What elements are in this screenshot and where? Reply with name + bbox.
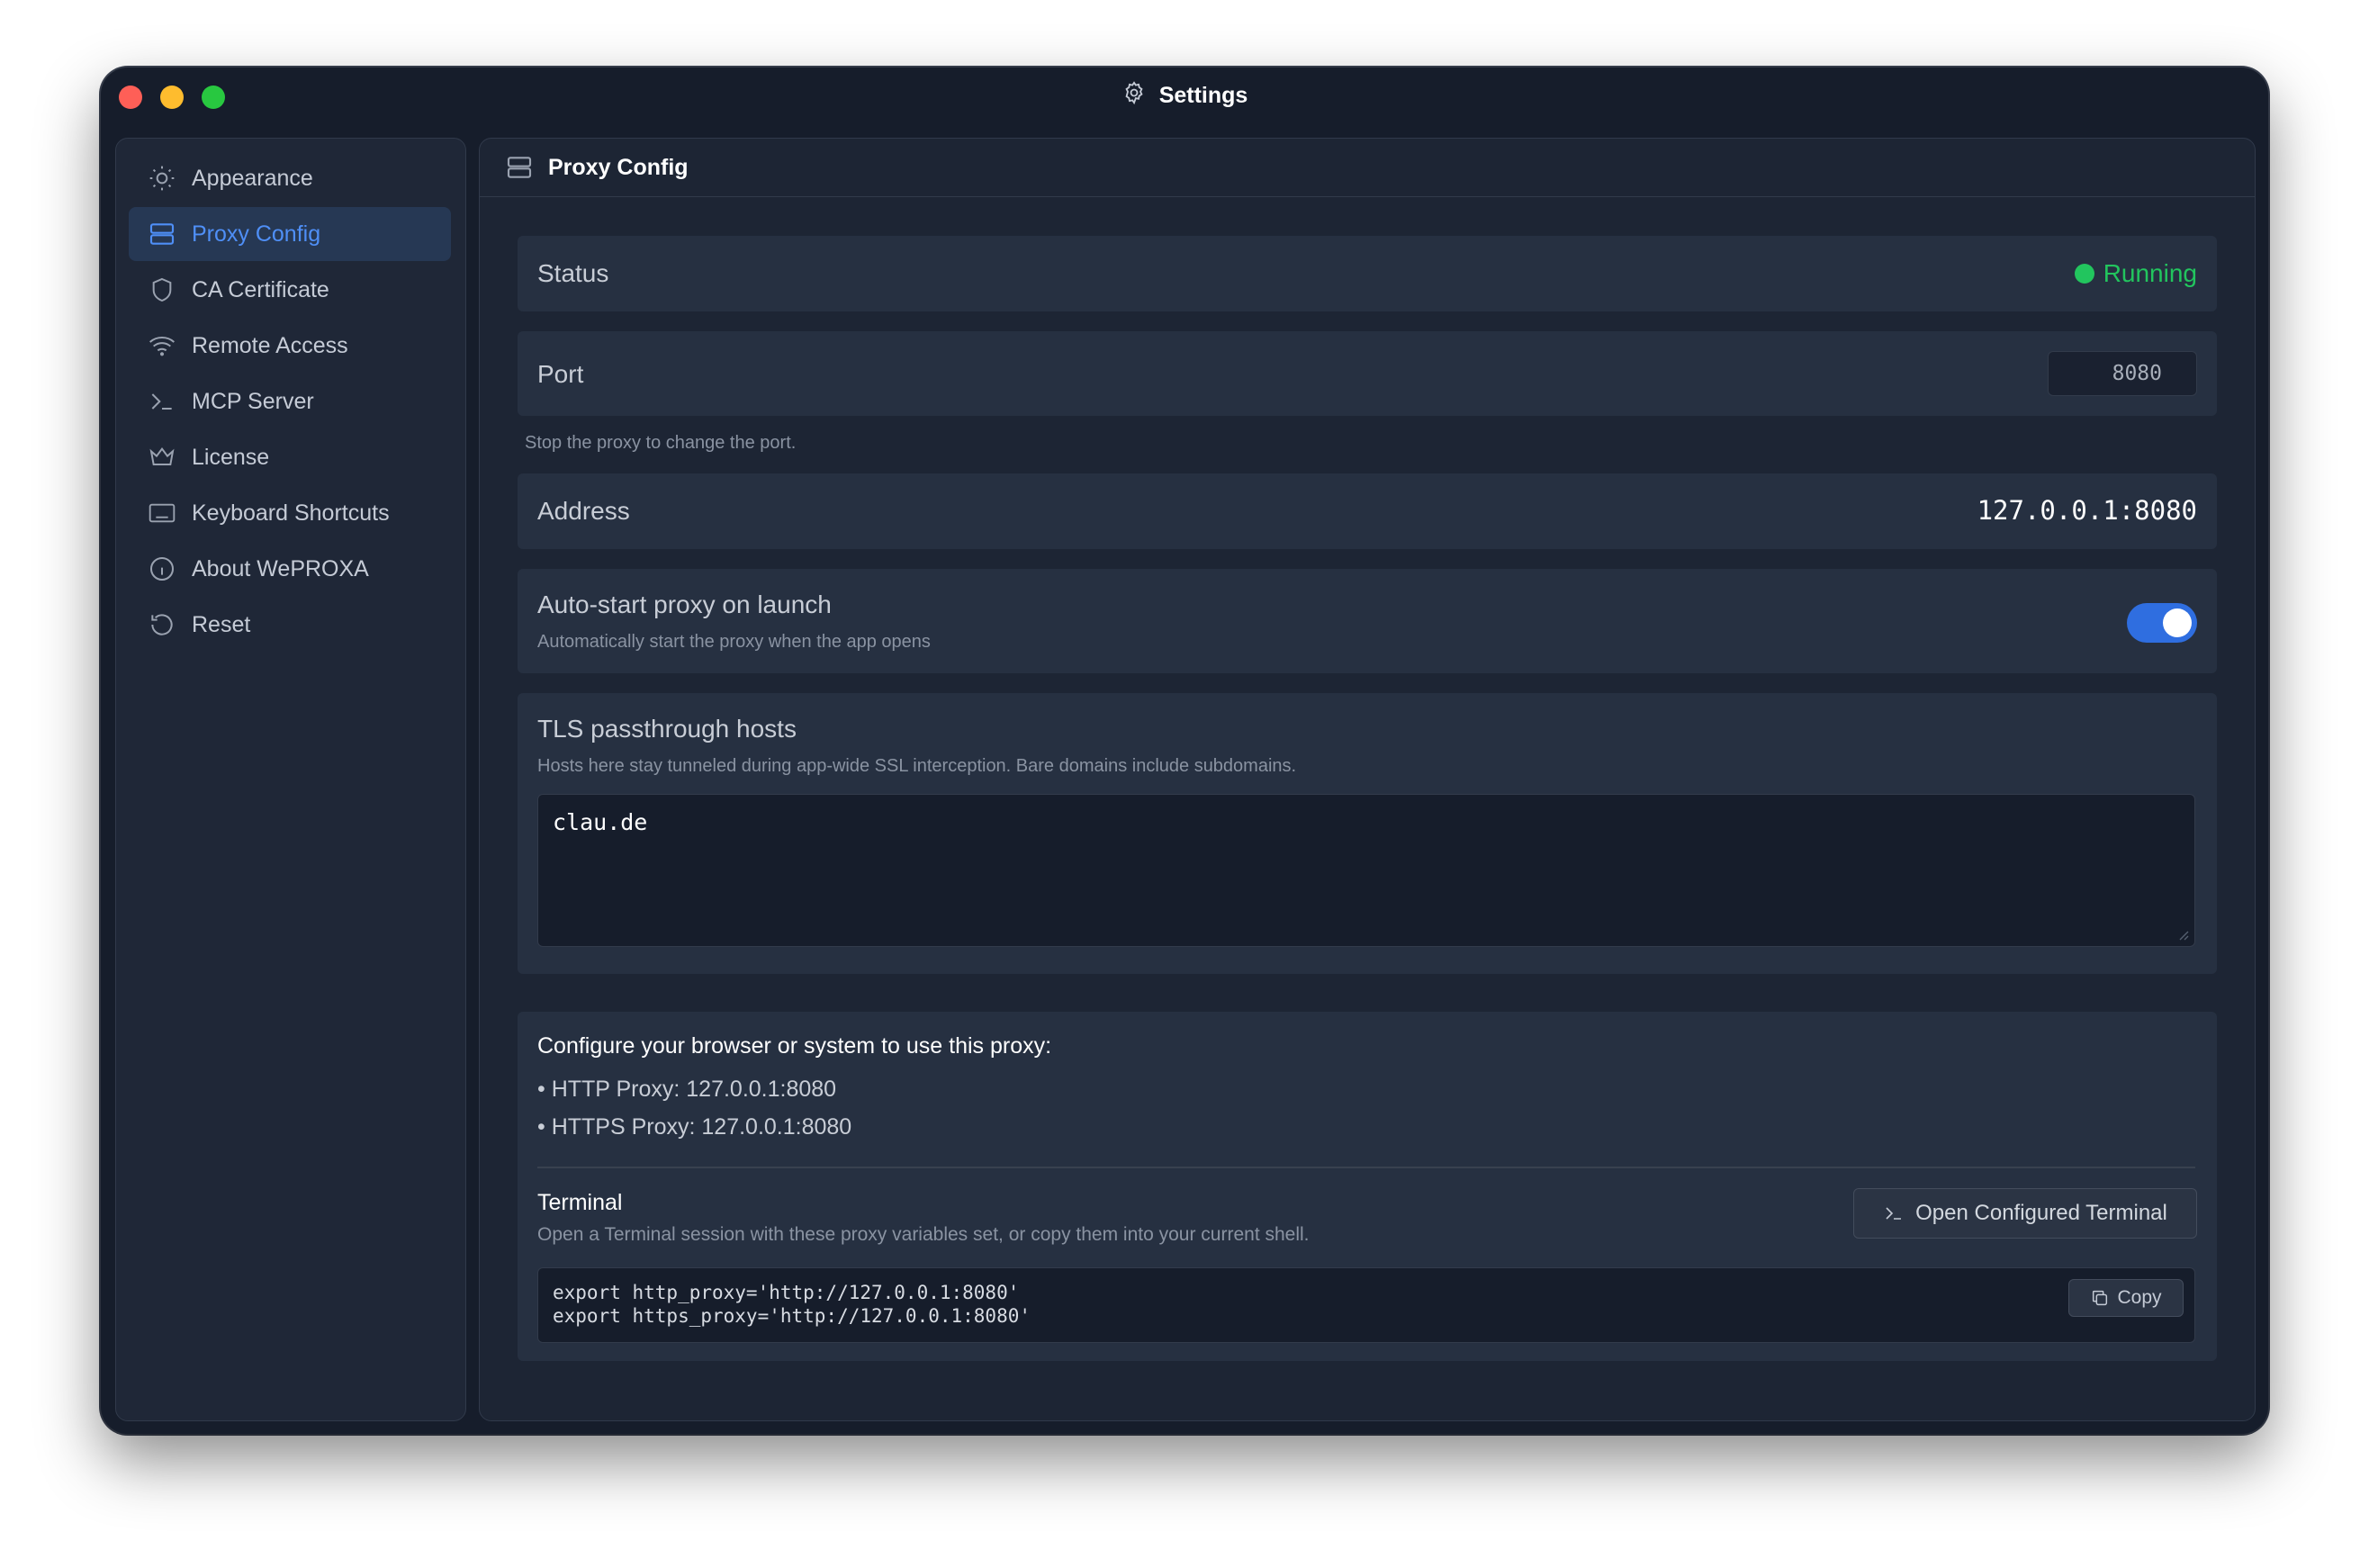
tls-hosts-textarea[interactable]: clau.de bbox=[537, 794, 2195, 947]
terminal-icon bbox=[147, 386, 177, 417]
sidebar-item-appearance[interactable]: Appearance bbox=[129, 151, 451, 205]
page-title: Proxy Config bbox=[548, 154, 689, 180]
shield-icon bbox=[147, 275, 177, 305]
sidebar-item-label: Remote Access bbox=[192, 332, 348, 358]
server-icon bbox=[507, 157, 532, 178]
open-terminal-label: Open Configured Terminal bbox=[1915, 1201, 2167, 1225]
autostart-row: Auto-start proxy on launch Automatically… bbox=[518, 569, 2217, 673]
info-icon bbox=[147, 554, 177, 584]
window-title-text: Settings bbox=[1158, 83, 1248, 108]
status-dot bbox=[2074, 264, 2094, 284]
sidebar-item-label: About WePROXA bbox=[192, 555, 369, 581]
sidebar-item-label: CA Certificate bbox=[192, 276, 329, 302]
terminal-title: Terminal bbox=[537, 1190, 623, 1215]
crown-icon bbox=[147, 442, 177, 473]
sun-icon bbox=[147, 163, 177, 194]
sidebar-item-license[interactable]: License bbox=[129, 430, 451, 484]
copy-button[interactable]: Copy bbox=[2068, 1279, 2184, 1317]
instructions-title: Configure your browser or system to use … bbox=[537, 1033, 1052, 1059]
code-line-https: export https_proxy='http://127.0.0.1:808… bbox=[553, 1305, 1031, 1327]
main-panel: Proxy Config Status Running Port 8080 St… bbox=[479, 138, 2256, 1421]
server-icon bbox=[147, 219, 177, 249]
sidebar-item-label: Proxy Config bbox=[192, 221, 321, 247]
status-value: Running bbox=[2103, 259, 2197, 287]
status-badge: Running bbox=[2074, 259, 2197, 288]
code-line-http: export http_proxy='http://127.0.0.1:8080… bbox=[553, 1282, 1020, 1303]
terminal-description: Open a Terminal session with these proxy… bbox=[537, 1224, 1310, 1245]
tls-label: TLS passthrough hosts bbox=[537, 715, 797, 743]
port-hint: Stop the proxy to change the port. bbox=[525, 433, 797, 453]
divider bbox=[537, 1167, 2195, 1168]
address-value: 127.0.0.1:8080 bbox=[1977, 495, 2197, 526]
proxy-instructions-section: Configure your browser or system to use … bbox=[518, 1012, 2217, 1361]
port-field[interactable]: 8080 bbox=[2048, 351, 2197, 396]
port-label: Port bbox=[537, 360, 584, 388]
sidebar-item-label: License bbox=[192, 444, 270, 470]
sidebar-item-label: Reset bbox=[192, 611, 251, 637]
address-row: Address 127.0.0.1:8080 bbox=[518, 473, 2217, 549]
autostart-description: Automatically start the proxy when the a… bbox=[537, 632, 931, 652]
sidebar-item-mcp-server[interactable]: MCP Server bbox=[129, 374, 451, 428]
settings-window: Settings Appearance Proxy Config CA Cert… bbox=[101, 68, 2268, 1434]
sidebar-item-about[interactable]: About WePROXA bbox=[129, 542, 451, 596]
window-title: Settings bbox=[101, 80, 2268, 112]
tls-passthrough-section: TLS passthrough hosts Hosts here stay tu… bbox=[518, 693, 2217, 974]
address-label: Address bbox=[537, 497, 630, 525]
sidebar-item-ca-certificate[interactable]: CA Certificate bbox=[129, 263, 451, 317]
status-label: Status bbox=[537, 259, 609, 287]
copy-icon bbox=[2093, 1290, 2108, 1306]
wifi-icon bbox=[147, 330, 177, 361]
toggle-knob bbox=[2163, 608, 2192, 637]
autostart-label: Auto-start proxy on launch bbox=[537, 590, 832, 618]
sidebar-item-label: Keyboard Shortcuts bbox=[192, 500, 390, 526]
tls-hosts-value: clau.de bbox=[553, 809, 648, 835]
sidebar-item-label: MCP Server bbox=[192, 388, 314, 414]
copy-label: Copy bbox=[2117, 1287, 2162, 1308]
reset-icon bbox=[147, 609, 177, 640]
port-row: Port 8080 bbox=[518, 331, 2217, 416]
http-proxy-line: • HTTP Proxy: 127.0.0.1:8080 bbox=[537, 1077, 837, 1102]
https-proxy-line: • HTTPS Proxy: 127.0.0.1:8080 bbox=[537, 1114, 852, 1140]
sidebar-item-proxy-config[interactable]: Proxy Config bbox=[129, 207, 451, 261]
status-row: Status Running bbox=[518, 236, 2217, 311]
sidebar-item-remote-access[interactable]: Remote Access bbox=[129, 319, 451, 373]
panel-header: Proxy Config bbox=[480, 139, 2255, 197]
gear-icon bbox=[1121, 80, 1147, 112]
resize-handle-icon[interactable] bbox=[2176, 928, 2189, 941]
export-commands-box: export http_proxy='http://127.0.0.1:8080… bbox=[537, 1267, 2195, 1343]
sidebar-item-label: Appearance bbox=[192, 165, 313, 191]
title-bar: Settings bbox=[101, 68, 2268, 123]
tls-description: Hosts here stay tunneled during app-wide… bbox=[537, 756, 1297, 776]
sidebar: Appearance Proxy Config CA Certificate R… bbox=[115, 138, 466, 1421]
sidebar-item-keyboard-shortcuts[interactable]: Keyboard Shortcuts bbox=[129, 486, 451, 540]
sidebar-item-reset[interactable]: Reset bbox=[129, 598, 451, 652]
keyboard-icon bbox=[147, 498, 177, 528]
open-configured-terminal-button[interactable]: Open Configured Terminal bbox=[1853, 1188, 2197, 1239]
terminal-icon bbox=[1886, 1207, 1902, 1220]
autostart-toggle[interactable] bbox=[2127, 603, 2197, 643]
